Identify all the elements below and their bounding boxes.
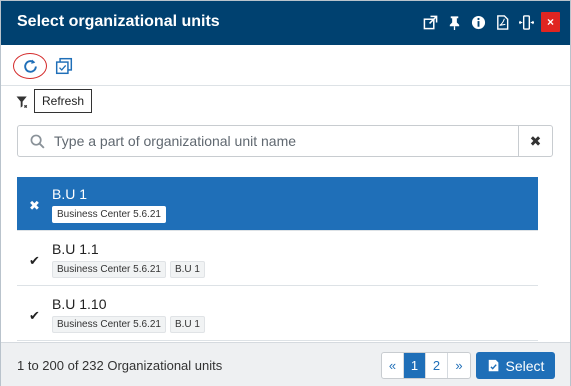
list-item-name: B.U 1 — [52, 186, 88, 202]
list-item[interactable]: ✖ B.U 1 Business Center 5.6.21 — [17, 177, 538, 231]
refresh-button[interactable] — [13, 53, 47, 79]
refresh-tooltip: Refresh — [34, 89, 93, 113]
search-box: ✖ — [17, 125, 553, 157]
close-button[interactable]: × — [541, 12, 560, 32]
prev-page-button[interactable]: « — [382, 353, 404, 378]
page-1-button[interactable]: 1 — [404, 353, 426, 378]
dialog-title: Select organizational units — [17, 13, 220, 30]
info-icon[interactable] — [469, 12, 488, 32]
tag: Business Center 5.6.21 — [52, 316, 166, 333]
toolbar — [1, 45, 570, 86]
resize-icon[interactable] — [517, 12, 536, 32]
filter-row: Refresh — [1, 87, 570, 117]
next-page-button[interactable]: » — [448, 353, 470, 378]
pdf-icon[interactable] — [493, 12, 512, 32]
search-icon — [30, 134, 45, 149]
tag: B.U 1 — [169, 316, 205, 333]
list-item-tags: Business Center 5.6.21 B.U 1 — [52, 316, 205, 333]
clear-search-button[interactable]: ✖ — [518, 126, 552, 156]
copy-icon[interactable] — [55, 57, 73, 75]
deselect-icon[interactable]: ✖ — [29, 198, 40, 214]
open-external-icon[interactable] — [421, 12, 440, 32]
pin-icon[interactable] — [445, 12, 464, 32]
result-count: 1 to 200 of 232 Organizational units — [17, 358, 223, 373]
list-item[interactable]: ✔ B.U 1.10 Business Center 5.6.21 B.U 1 — [17, 287, 538, 341]
org-units-list: ✖ B.U 1 Business Center 5.6.21 ✔ B.U 1.1… — [17, 177, 554, 341]
select-label: Select — [505, 357, 545, 374]
pagination: « 1 2 » — [381, 352, 471, 379]
list-item-name: B.U 1.10 — [52, 296, 107, 312]
filter-icon[interactable] — [16, 96, 31, 109]
tag: Business Center 5.6.21 — [52, 261, 166, 278]
search-input[interactable] — [54, 126, 514, 156]
select-icon — [488, 359, 498, 371]
dialog-footer: 1 to 200 of 232 Organizational units « 1… — [1, 342, 570, 386]
titlebar-actions: × — [421, 12, 560, 32]
select-button[interactable]: Select — [476, 352, 555, 379]
select-org-units-dialog: Select organizational units × Refresh Ty… — [0, 0, 571, 386]
list-item-name: B.U 1.1 — [52, 241, 99, 257]
check-icon: ✔ — [29, 308, 40, 323]
highlight-circle — [13, 53, 47, 79]
tag: Business Center 5.6.21 — [52, 206, 166, 223]
list-item[interactable]: ✔ B.U 1.1 Business Center 5.6.21 B.U 1 — [17, 232, 538, 286]
check-icon: ✔ — [29, 253, 40, 268]
page-2-button[interactable]: 2 — [426, 353, 448, 378]
list-item-tags: Business Center 5.6.21 — [52, 206, 166, 223]
tag: B.U 1 — [169, 261, 205, 278]
list-item-tags: Business Center 5.6.21 B.U 1 — [52, 261, 205, 278]
dialog-titlebar: Select organizational units × — [1, 1, 570, 45]
